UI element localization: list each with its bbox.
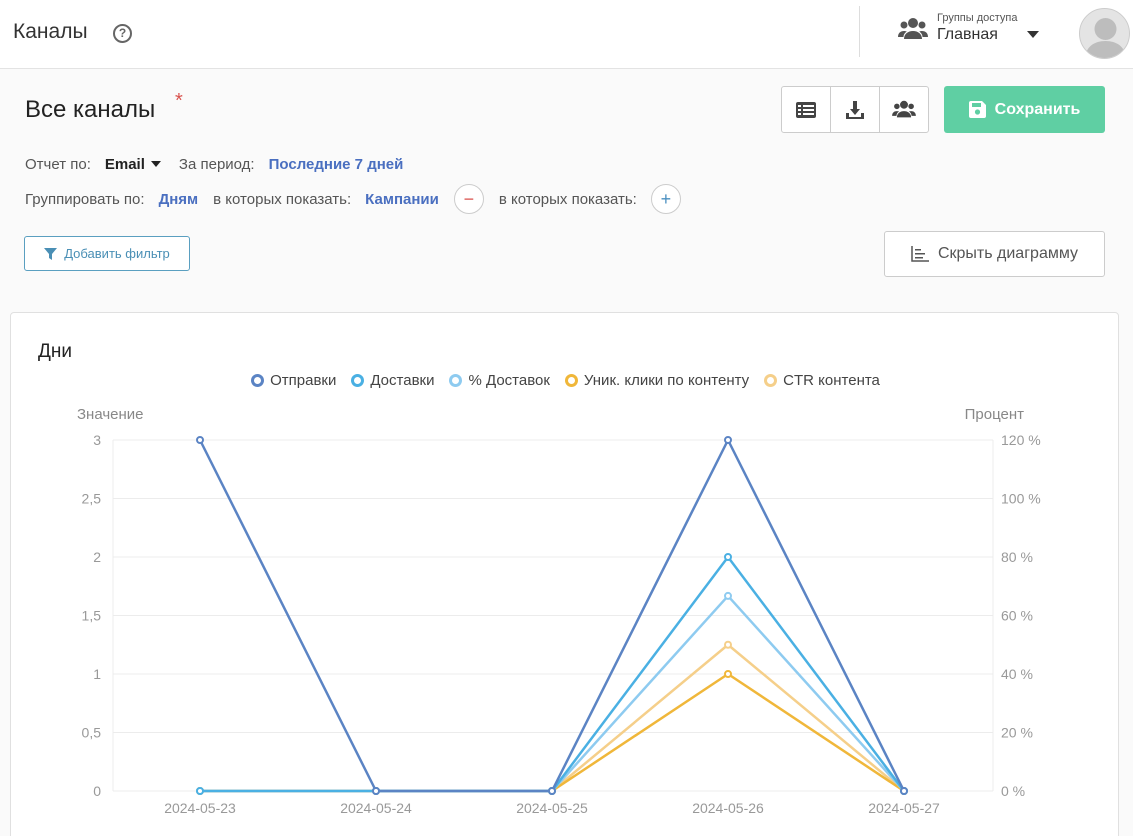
- chart-title: Дни: [38, 341, 72, 362]
- bar-chart-icon: [911, 246, 929, 262]
- group-by-selector[interactable]: Дням: [159, 191, 199, 208]
- legend-label: CTR контента: [783, 372, 880, 389]
- y-left-tick-label: 2,5: [82, 491, 102, 507]
- legend-marker-icon: [764, 374, 778, 387]
- avatar[interactable]: [1079, 8, 1130, 59]
- table-view-button[interactable]: [782, 87, 831, 132]
- legend-marker-icon: [449, 374, 463, 387]
- page-title: Все каналы: [25, 96, 156, 123]
- users-group-icon: [892, 100, 916, 118]
- period-label: За период:: [178, 155, 255, 173]
- legend-item[interactable]: CTR контента: [764, 372, 880, 389]
- series-line: [200, 643, 905, 793]
- share-groups-button[interactable]: [880, 87, 928, 132]
- y-left-tick-label: 0,5: [82, 725, 102, 741]
- save-button[interactable]: Сохранить: [944, 86, 1105, 133]
- legend-marker-icon: [351, 374, 365, 387]
- legend-item[interactable]: Уник. клики по контенту: [564, 372, 750, 389]
- remove-grouping-button[interactable]: −: [453, 184, 484, 214]
- report-by-label: Отчет по:: [25, 155, 91, 173]
- report-settings-row: Отчет по: Email За период: Последние 7 д…: [25, 153, 418, 175]
- data-point: [548, 787, 556, 795]
- hide-chart-label: Скрыть диаграмму: [937, 245, 1079, 262]
- data-point: [724, 553, 732, 561]
- data-point: [724, 640, 732, 649]
- filter-icon: [44, 247, 58, 260]
- x-tick-label: 2024-05-24: [340, 800, 412, 816]
- group-by-label: Группировать по:: [25, 190, 145, 208]
- legend-item[interactable]: Отправки: [251, 372, 336, 389]
- access-group-selector[interactable]: Главная: [937, 26, 998, 44]
- y-right-tick-label: 120 %: [1001, 432, 1041, 448]
- add-grouping-button[interactable]: +: [650, 184, 681, 214]
- y-left-tick-label: 3: [93, 432, 101, 448]
- y-right-tick-label: 100 %: [1001, 491, 1041, 507]
- data-point: [724, 670, 732, 678]
- download-icon: [846, 100, 864, 119]
- download-button[interactable]: [831, 87, 880, 132]
- show-in-selector[interactable]: Кампании: [365, 191, 439, 208]
- data-point: [196, 436, 204, 444]
- floppy-disk-icon: [968, 101, 986, 118]
- series-line: [200, 594, 905, 793]
- add-filter-button[interactable]: Добавить фильтр: [24, 236, 190, 271]
- x-tick-label: 2024-05-27: [868, 800, 940, 816]
- data-point: [724, 436, 732, 444]
- data-point: [372, 787, 380, 795]
- show-in-label-2: в которых показать:: [498, 190, 637, 208]
- legend-item[interactable]: % Доставок: [449, 372, 550, 389]
- y-right-tick-label: 20 %: [1001, 725, 1033, 741]
- y-left-tick-label: 1,5: [82, 608, 102, 624]
- add-filter-label: Добавить фильтр: [64, 246, 170, 261]
- top-bar: Каналы ? Группы доступа Главная: [0, 0, 1133, 69]
- y-left-tick-label: 1: [93, 666, 101, 682]
- help-icon[interactable]: ?: [113, 24, 132, 43]
- grouping-row: Группировать по: Дням в которых показать…: [25, 184, 696, 214]
- y-left-tick-label: 0: [93, 783, 101, 799]
- legend-label: % Доставок: [468, 372, 550, 389]
- legend-marker-icon: [251, 374, 265, 387]
- legend-label: Уник. клики по контенту: [583, 372, 750, 389]
- y-right-tick-label: 0 %: [1001, 783, 1025, 799]
- data-point: [196, 787, 204, 795]
- hide-chart-button[interactable]: Скрыть диаграмму: [884, 231, 1105, 277]
- y-right-tick-label: 40 %: [1001, 666, 1033, 682]
- x-tick-label: 2024-05-25: [516, 800, 588, 816]
- y-right-tick-label: 60 %: [1001, 608, 1033, 624]
- period-selector[interactable]: Последние 7 дней: [269, 156, 404, 173]
- show-in-label: в которых показать:: [213, 190, 352, 208]
- y-right-axis-title: Процент: [965, 406, 1025, 423]
- y-left-tick-label: 2: [93, 549, 101, 565]
- chevron-down-icon[interactable]: [1027, 31, 1039, 38]
- section-title: Каналы: [13, 20, 88, 43]
- legend-label: Доставки: [370, 372, 435, 389]
- legend-item[interactable]: Доставки: [351, 372, 434, 389]
- user-silhouette-icon: [1085, 18, 1126, 58]
- chart-card: 0 0 % 0,5 20 % 1 40 % 1,5 60 % 2 80 % 2,5 100 % 3 120…: [10, 312, 1119, 836]
- y-left-axis-title: Значение: [77, 406, 144, 423]
- caret-down-icon[interactable]: [150, 161, 161, 167]
- list-icon: [796, 101, 816, 118]
- data-point: [724, 591, 732, 600]
- x-tick-label: 2024-05-23: [164, 800, 236, 816]
- view-button-group: [781, 86, 929, 133]
- report-by-dropdown[interactable]: Email: [105, 156, 145, 173]
- y-right-tick-label: 80 %: [1001, 549, 1033, 565]
- topbar-divider: [859, 6, 860, 57]
- data-point: [900, 787, 908, 795]
- legend-label: Отправки: [270, 372, 337, 389]
- x-tick-label: 2024-05-26: [692, 800, 764, 816]
- save-button-label: Сохранить: [994, 100, 1081, 118]
- chart-legend: Отправки Доставки % Доставок Уник. клики по…: [11, 372, 1120, 389]
- access-group-caption: Группы доступа: [937, 12, 1018, 24]
- line-chart: 0 0 % 0,5 20 % 1 40 % 1,5 60 % 2 80 % 2,5 100 % 3 120…: [77, 406, 1041, 816]
- users-group-icon: [898, 18, 928, 39]
- legend-marker-icon: [564, 374, 578, 387]
- unsaved-marker: *: [175, 90, 183, 112]
